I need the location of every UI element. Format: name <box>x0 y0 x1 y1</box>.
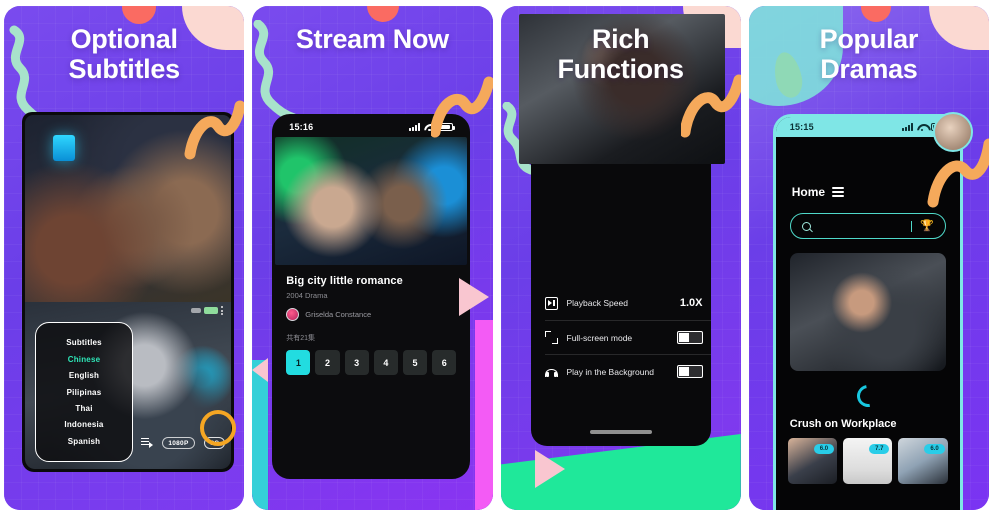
fullscreen-icon <box>544 331 558 344</box>
fullscreen-toggle[interactable] <box>676 331 703 344</box>
search-icon[interactable] <box>801 221 811 231</box>
drama-title: Big city little romance <box>286 275 403 287</box>
subtitle-option-thai[interactable]: Thai <box>75 404 92 413</box>
video-player-bottom[interactable]: Subtitles Chinese English Pilipinas Thai… <box>22 302 234 472</box>
playback-speed-icon <box>544 296 558 310</box>
subtitle-option-english[interactable]: English <box>69 371 99 380</box>
setting-label: Full-screen mode <box>566 332 633 343</box>
section-title: Crush on Workplace <box>789 418 897 430</box>
episode-button-5[interactable]: 5 <box>402 350 428 375</box>
status-bar-time: 15:15 <box>789 122 814 132</box>
episode-button-3[interactable]: 3 <box>344 350 369 375</box>
rating-badge: 7.7 <box>869 444 890 454</box>
screenshot-gallery: Optional Subtitles Subtitles Chinese Eng… <box>0 0 993 516</box>
panel-title: Optional Subtitles <box>68 24 180 85</box>
episodes-count-label: 共有21集 <box>286 335 316 342</box>
signal-icon <box>191 308 201 313</box>
nav-label-home[interactable]: Home <box>792 185 825 199</box>
panel-title: Rich Functions <box>557 24 684 85</box>
drama-video-still[interactable] <box>275 137 468 265</box>
featured-card[interactable] <box>789 253 946 371</box>
panel-optional-subtitles[interactable]: Optional Subtitles Subtitles Chinese Eng… <box>4 6 245 510</box>
drama-meta: 2004 Drama <box>286 291 328 300</box>
status-bar-time: 15:16 <box>289 122 314 132</box>
background-play-toggle[interactable] <box>676 365 703 378</box>
subtitle-language-menu[interactable]: Subtitles Chinese English Pilipinas Thai… <box>35 322 133 462</box>
episode-button-6[interactable]: 6 <box>432 350 457 375</box>
subtitle-option-chinese[interactable]: Chinese <box>68 355 101 364</box>
playlist-icon[interactable] <box>141 437 154 449</box>
panel-popular-dramas[interactable]: Popular Dramas 15:15 Home 🏆 Crush on Wor… <box>748 6 989 510</box>
subtitle-option-spanish[interactable]: Spanish <box>68 437 101 446</box>
panel-title: Stream Now <box>295 24 449 54</box>
playback-speed-value[interactable]: 1.0X <box>680 297 703 309</box>
setting-label: Play in the Background <box>566 366 654 377</box>
setting-row-fullscreen[interactable]: Full-screen mode <box>544 320 711 354</box>
panel-stream-now[interactable]: Stream Now 15:16 Big city little romance… <box>252 6 493 510</box>
wifi-icon <box>424 123 434 131</box>
hamburger-menu-icon[interactable] <box>832 187 845 197</box>
subtitle-option-indonesia[interactable]: Indonesia <box>64 420 103 429</box>
settings-list[interactable]: Playback Speed 1.0X Full-screen mode Pla… <box>531 286 711 388</box>
drama-detail-screen[interactable]: 15:16 Big city little romance 2004 Drama… <box>272 114 471 479</box>
battery-icon <box>438 123 455 131</box>
thumbnail-row[interactable]: 6.0 7.7 6.0 <box>776 430 960 484</box>
trophy-icon[interactable]: 🏆 <box>920 220 934 232</box>
subtitle-menu-heading: Subtitles <box>66 338 102 348</box>
signal-icon <box>901 123 913 131</box>
screen-glow-decoration <box>53 135 75 161</box>
episode-selector[interactable]: 1 2 3 4 5 6 <box>275 350 467 375</box>
mini-status-bar <box>191 306 223 315</box>
setting-row-background-play[interactable]: Play in the Background <box>544 354 711 388</box>
setting-label: Playback Speed <box>566 298 628 308</box>
episode-button-1[interactable]: 1 <box>286 350 311 375</box>
headphones-icon <box>544 368 558 377</box>
video-player-top[interactable] <box>22 112 234 302</box>
avatar[interactable] <box>933 112 973 152</box>
episode-button-4[interactable]: 4 <box>373 350 398 375</box>
uploader-row[interactable]: Griselda Constance <box>286 308 456 321</box>
rating-badge: 6.0 <box>924 444 945 454</box>
avatar-icon <box>286 308 300 321</box>
play-triangle-small-decoration <box>252 358 269 382</box>
status-bar: 15:16 <box>275 117 467 137</box>
episode-button-2[interactable]: 2 <box>315 350 340 375</box>
signal-icon <box>409 123 421 131</box>
status-bar-icons <box>409 123 455 131</box>
resolution-badge[interactable]: 1080P <box>162 437 195 449</box>
thumbnail-card[interactable]: 6.0 <box>898 438 948 484</box>
panel-title: Popular Dramas <box>819 24 919 85</box>
drama-metadata: Big city little romance 2004 Drama Grise… <box>275 265 467 321</box>
rating-badge: 6.0 <box>813 444 835 454</box>
home-screen[interactable]: 15:15 Home 🏆 Crush on Workplace 6.0 7.7 … <box>772 114 963 510</box>
uploader-name: Griselda Constance <box>305 310 372 319</box>
play-triangle-decoration <box>458 278 489 316</box>
cc-highlight-ring <box>200 410 237 446</box>
battery-icon <box>204 307 218 314</box>
subtitle-option-pilipinas[interactable]: Pilipinas <box>67 388 102 397</box>
panel-rich-functions[interactable]: Rich Functions Playback Speed 1.0X Full-… <box>500 6 741 510</box>
wifi-icon <box>917 123 927 131</box>
overflow-menu-icon[interactable] <box>221 306 223 315</box>
settings-sheet[interactable]: Playback Speed 1.0X Full-screen mode Pla… <box>530 116 711 446</box>
search-bar[interactable]: 🏆 <box>789 213 946 239</box>
thumbnail-card[interactable]: 6.0 <box>787 438 838 484</box>
play-triangle-decoration <box>534 450 565 488</box>
thumbnail-card[interactable]: 7.7 <box>843 438 893 484</box>
setting-row-playback-speed[interactable]: Playback Speed 1.0X <box>544 286 711 320</box>
home-indicator <box>589 430 652 434</box>
search-divider <box>911 220 913 232</box>
home-header[interactable]: Home <box>776 137 960 199</box>
video-still-top <box>25 115 231 302</box>
